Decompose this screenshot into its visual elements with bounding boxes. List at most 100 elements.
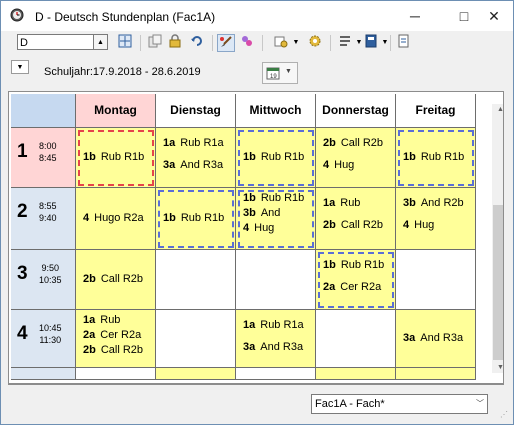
lock-icon[interactable] [166, 34, 184, 52]
toolbar-separator [140, 35, 141, 51]
toolbar-separator [212, 35, 213, 51]
class-code: 3b [403, 197, 416, 209]
day-header[interactable]: Montag [76, 94, 156, 128]
lesson-line: 4 Hugo R2a [83, 212, 144, 224]
lesson-detail: Hug [334, 159, 355, 171]
class-code: 1b [243, 192, 256, 204]
chevron-down-icon[interactable]: ▼ [287, 34, 305, 52]
day-header[interactable]: Dienstag [156, 94, 236, 128]
lesson-detail: Rub R1b [340, 259, 385, 271]
resize-grip[interactable]: ⋰ [500, 410, 510, 420]
day-header[interactable]: Freitag [396, 94, 476, 128]
period-start: 9:50 [41, 263, 60, 273]
lesson-line: 2b Call R2b [323, 219, 383, 231]
empty-cell[interactable] [156, 310, 236, 368]
lesson-detail: Rub [100, 314, 121, 326]
scroll-up-arrow[interactable]: ▲ [495, 106, 503, 113]
title-bar: D - Deutsch Stundenplan (Fac1A) ─ □ ✕ [1, 1, 513, 31]
lesson-cell[interactable]: 3a And R3a [396, 310, 476, 368]
lesson-cell[interactable]: 1b Rub R1b [236, 128, 316, 188]
period-number: 1 [17, 141, 28, 162]
lesson-line: 1b Rub R1b [163, 212, 224, 224]
undo-icon[interactable] [188, 34, 206, 52]
day-header[interactable]: Mittwoch [236, 94, 316, 128]
lesson-cell[interactable]: 3b And R2b 4 Hug [396, 188, 476, 250]
day-header[interactable]: Donnerstag [316, 94, 396, 128]
lesson-cell[interactable]: 1a Rub 2a Cer R2a 2b Call R2b [76, 310, 156, 368]
empty-cell[interactable] [156, 250, 236, 310]
period-time: 8:00 8:45 [39, 140, 57, 164]
minimize-button[interactable]: ─ [403, 7, 427, 25]
lesson-cell[interactable]: 1b Rub R1b 2a Cer R2a [316, 250, 396, 310]
lesson-line: 2b Call R2b [83, 344, 143, 356]
scroll-down-arrow[interactable]: ▼ [495, 364, 503, 371]
window-title: D - Deutsch Stundenplan (Fac1A) [35, 10, 216, 24]
gear-icon[interactable] [306, 34, 324, 52]
lesson-cell[interactable]: 1a Rub R1a 3a And R3a [156, 128, 236, 188]
grid-expand-icon[interactable] [116, 34, 134, 52]
class-code: 1b [403, 151, 416, 163]
close-button[interactable]: ✕ [482, 7, 506, 25]
lesson-line: 3a And R3a [243, 341, 303, 353]
lesson-line: 4 Hug [323, 159, 354, 171]
period-number: 2 [17, 201, 28, 222]
lesson-line: 2b Call R2b [83, 273, 143, 285]
lesson-cell[interactable]: 1b Rub R1b [156, 188, 236, 250]
period-header[interactable]: 1 8:00 8:45 [11, 128, 76, 188]
lesson-line: 1b Rub R1b [83, 151, 144, 163]
maximize-button[interactable]: □ [452, 7, 476, 25]
calendar-icon: 19 [266, 67, 280, 80]
period-header[interactable]: 2 8:55 9:40 [11, 188, 76, 250]
svg-text:19: 19 [270, 74, 277, 80]
class-code: 2a [83, 329, 96, 341]
lesson-detail: Rub R1b [260, 192, 305, 204]
lesson-cell[interactable]: 1a Rub R1a 3a And R3a [236, 310, 316, 368]
lesson-cell[interactable]: 1b Rub R1b [76, 128, 156, 188]
brush-icon[interactable] [217, 34, 235, 52]
lesson-line: 2b Call R2b [323, 137, 383, 149]
class-select[interactable]: D [17, 34, 94, 50]
lesson-cell[interactable]: 2b Call R2b 4 Hug [316, 128, 396, 188]
options-dropdown[interactable]: ▼ [11, 60, 29, 74]
class-code: 2b [323, 219, 336, 231]
lesson-cell[interactable]: 1b Rub R1b [396, 128, 476, 188]
calendar-button[interactable]: 19 ▼ [262, 62, 298, 84]
lesson-line: 3a And R3a [163, 159, 223, 171]
lesson-line: 1a Rub R1a [163, 137, 224, 149]
lesson-detail: Cer R2a [100, 329, 142, 341]
class-code: 1a [163, 137, 176, 149]
class-code: 1a [83, 314, 96, 326]
period-header[interactable]: 4 10:45 11:30 [11, 310, 76, 368]
lesson-detail: Hugo R2a [94, 212, 144, 224]
class-code: 3a [163, 159, 176, 171]
lesson-detail: Rub R1a [180, 137, 224, 149]
empty-cell[interactable] [236, 250, 316, 310]
partial-row-cell [156, 368, 236, 380]
partial-row-cell [316, 368, 396, 380]
lesson-cell[interactable]: 2b Call R2b [76, 250, 156, 310]
lesson-cell[interactable]: 4 Hugo R2a [76, 188, 156, 250]
class-code: 4 [243, 222, 250, 234]
class-code: 1a [323, 197, 336, 209]
lesson-cell[interactable]: 1a Rub 2b Call R2b [316, 188, 396, 250]
grid-bottom-border [9, 383, 503, 384]
class-select-dropdown-arrow[interactable]: ▲ [94, 34, 108, 50]
format-select[interactable]: Fac1A - Fach* ﹀ [311, 394, 488, 414]
period-header[interactable]: 3 9:50 10:35 [11, 250, 76, 310]
empty-cell[interactable] [316, 310, 396, 368]
lesson-line: 1a Rub [83, 314, 120, 326]
class-code: 1b [83, 151, 96, 163]
scrollbar-thumb[interactable] [493, 205, 503, 360]
period-end: 11:30 [39, 335, 62, 345]
lesson-cell[interactable]: 1b Rub R1b 3b And 4 Hug [236, 188, 316, 250]
lesson-line: 3b And R2b [403, 197, 464, 209]
empty-cell[interactable] [396, 250, 476, 310]
export-icon[interactable] [395, 34, 413, 52]
lesson-line: 3a And R3a [403, 332, 463, 344]
settings-gear-icon[interactable] [238, 34, 256, 52]
period-number: 3 [17, 263, 28, 284]
partial-row-cell [76, 368, 156, 380]
class-code: 1a [243, 319, 256, 331]
chevron-down-icon[interactable]: ▼ [376, 34, 394, 52]
copy-icon[interactable] [146, 34, 164, 52]
